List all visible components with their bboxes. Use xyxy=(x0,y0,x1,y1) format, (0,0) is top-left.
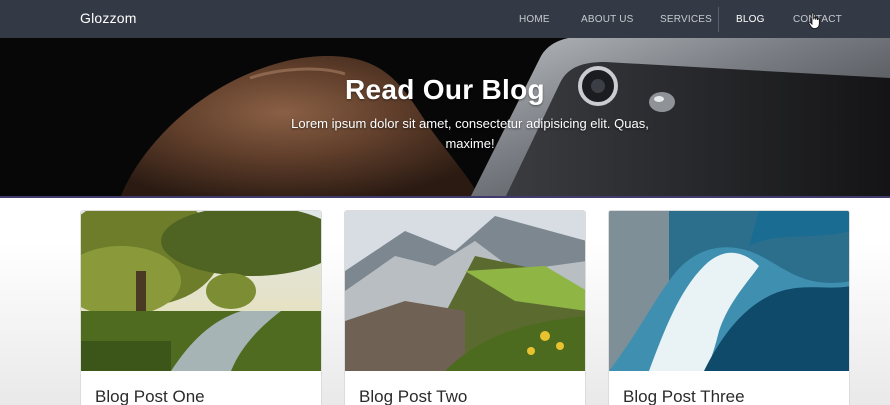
ocean-wave-image xyxy=(609,211,849,371)
hero-title: Read Our Blog xyxy=(345,74,545,105)
nav-divider xyxy=(718,7,719,32)
nav-links: HOME ABOUT US SERVICES BLOG CONTACT xyxy=(0,0,890,38)
nav-services[interactable]: SERVICES xyxy=(660,14,712,25)
forest-river-image xyxy=(81,211,321,371)
blog-card[interactable]: Blog Post Two xyxy=(344,210,586,405)
hero-subtitle: Lorem ipsum dolor sit amet, consectetur … xyxy=(291,116,649,151)
nav-home[interactable]: HOME xyxy=(519,14,550,25)
blog-post-title[interactable]: Blog Post Three xyxy=(623,387,745,405)
blog-card[interactable]: Blog Post Three xyxy=(608,210,850,405)
navbar: Glozzom HOME ABOUT US SERVICES BLOG CONT… xyxy=(0,0,890,38)
blog-post-title[interactable]: Blog Post Two xyxy=(359,387,467,405)
hand-cursor-icon xyxy=(808,12,820,29)
mountain-meadow-image xyxy=(345,211,585,371)
blog-card[interactable]: Blog Post One xyxy=(80,210,322,405)
blog-post-title[interactable]: Blog Post One xyxy=(95,387,205,405)
nav-blog[interactable]: BLOG xyxy=(736,14,765,25)
hero-section: Read Our Blog Lorem ipsum dolor sit amet… xyxy=(0,38,890,198)
nav-about-us[interactable]: ABOUT US xyxy=(581,14,634,25)
